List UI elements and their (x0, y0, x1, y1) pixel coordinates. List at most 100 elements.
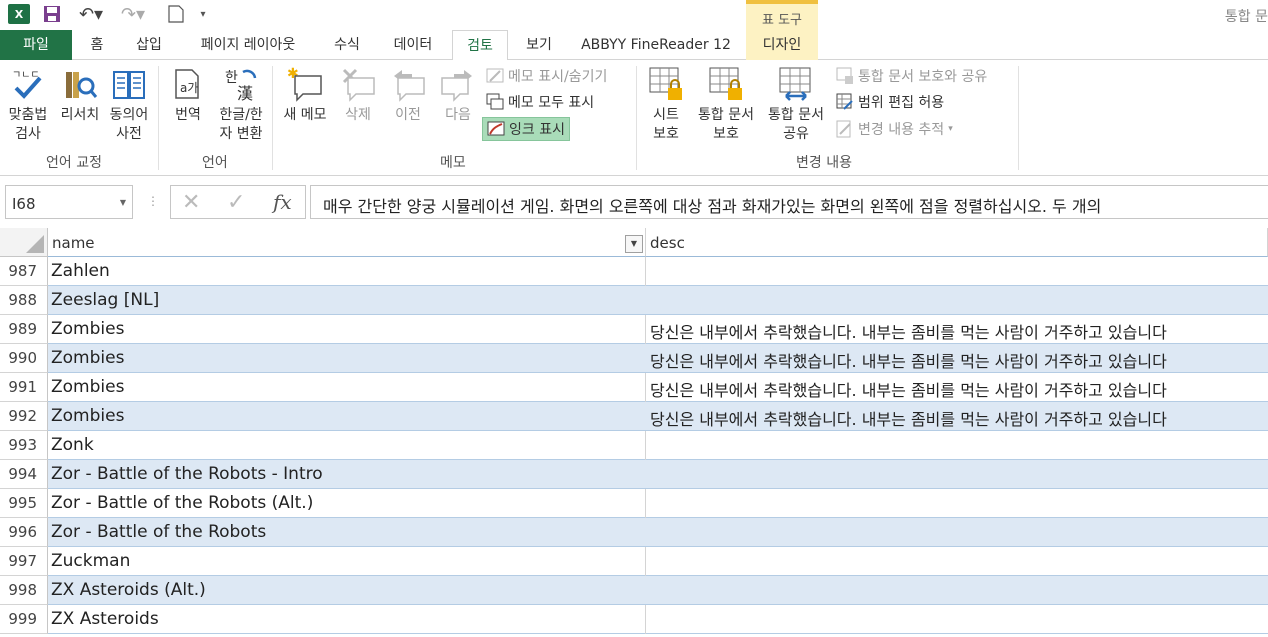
tab-design[interactable]: 디자인 (746, 30, 818, 60)
delete-comment-button[interactable]: 삭제 (334, 66, 382, 125)
formula-input[interactable]: 매우 간단한 양궁 시뮬레이션 게임. 화면의 오른쪽에 대상 점과 화재가있는… (310, 185, 1268, 219)
comments-group-label: 메모 (440, 155, 466, 171)
chevron-down-icon[interactable]: ▼ (120, 198, 126, 207)
cell-name[interactable]: Zor - Battle of the Robots (Alt.) (48, 489, 316, 518)
show-hide-comment-label: 메모 표시/숨기기 (508, 69, 608, 85)
tab-insert[interactable]: 삽입 (124, 30, 174, 60)
row-number[interactable]: 992 (0, 402, 48, 431)
select-all-corner[interactable] (0, 228, 48, 257)
protect-sheet-button[interactable]: 시트 보호 (642, 66, 690, 144)
new-document-icon[interactable] (166, 4, 186, 24)
window-title: 통합 문 (1224, 9, 1268, 25)
row-number[interactable]: 998 (0, 576, 48, 605)
cell-name[interactable]: Zor - Battle of the Robots - Intro (48, 460, 326, 489)
cell-name[interactable]: Zahlen (48, 257, 113, 286)
cell-name[interactable]: Zonk (48, 431, 97, 460)
tab-home[interactable]: 홈 (78, 30, 116, 60)
cell-desc[interactable]: 당신은 내부에서 추락했습니다. 내부는 좀비를 먹는 사람이 거주하고 있습니… (646, 344, 1268, 373)
lock-share-icon (836, 67, 853, 84)
resize-handle-icon[interactable]: ⋮ (147, 194, 159, 208)
cancel-icon[interactable]: ✕ (182, 190, 200, 215)
cell-desc[interactable]: 당신은 내부에서 추락했습니다. 내부는 좀비를 먹는 사람이 거주하고 있습니… (646, 373, 1268, 402)
cell-desc[interactable] (646, 489, 1268, 518)
hanja-convert-button[interactable]: 한漢 한글/한 자 변환 (214, 66, 268, 144)
show-hide-comment-button[interactable]: 메모 표시/숨기기 (486, 64, 607, 88)
tab-page-layout[interactable]: 페이지 레이아웃 (182, 30, 314, 60)
next-comment-button[interactable]: 다음 (434, 66, 482, 125)
column-header-desc[interactable]: desc (646, 228, 1268, 257)
cell-name[interactable]: Zombies (48, 402, 127, 431)
table-row: 990 Zombies 당신은 내부에서 추락했습니다. 내부는 좀비를 먹는 사람… (0, 344, 1268, 373)
chevron-down-icon: ▾ (948, 124, 953, 134)
cell-desc[interactable] (646, 605, 1268, 634)
cell-name[interactable]: ZX Asteroids (Alt.) (48, 576, 209, 605)
customize-quick-access-icon[interactable]: ▾ (196, 4, 210, 24)
tab-review[interactable]: 검토 (452, 30, 508, 61)
show-all-comments-button[interactable]: 메모 모두 표시 (486, 90, 594, 114)
tab-file[interactable]: 파일 (0, 30, 72, 60)
thesaurus-icon (113, 71, 145, 99)
cell-name[interactable]: Zombies (48, 344, 127, 373)
tab-view[interactable]: 보기 (514, 30, 564, 60)
previous-comment-button[interactable]: 이전 (384, 66, 432, 125)
protect-workbook-button[interactable]: 통합 문서 보호 (692, 66, 760, 144)
thesaurus-button[interactable]: 동의어 사전 (106, 66, 152, 144)
column-header-name[interactable]: name ▼ (48, 228, 646, 257)
cell-desc[interactable] (646, 431, 1268, 460)
undo-icon[interactable]: ↶▾ (76, 4, 106, 25)
cell-name[interactable]: Zombies (48, 373, 127, 402)
ribbon: ㄱㄴㄷ 맞춤법 검사 리서치 동의어 사전 언어 교정 a가 번역 한漢 한글/… (0, 60, 1268, 176)
row-number[interactable]: 996 (0, 518, 48, 547)
cell-desc[interactable] (646, 547, 1268, 576)
cell-desc[interactable] (646, 286, 1268, 315)
group-divider (272, 66, 273, 170)
cell-name[interactable]: ZX Asteroids (48, 605, 162, 634)
share-workbook-button[interactable]: 통합 문서 공유 (762, 66, 830, 144)
cell-desc[interactable] (646, 576, 1268, 605)
name-box-value: I68 (12, 195, 36, 213)
protect-and-share-button[interactable]: 통합 문서 보호와 공유 (836, 64, 987, 88)
cell-name[interactable]: Zeeslag [NL] (48, 286, 162, 315)
insert-function-icon[interactable]: fx (273, 190, 292, 214)
cell-desc[interactable] (646, 460, 1268, 489)
table-row: 997 Zuckman (0, 547, 1268, 576)
row-number[interactable]: 997 (0, 547, 48, 576)
save-icon[interactable] (42, 4, 62, 24)
row-number[interactable]: 999 (0, 605, 48, 634)
cell-desc[interactable] (646, 518, 1268, 547)
row-number[interactable]: 991 (0, 373, 48, 402)
sheet-lock-icon (649, 67, 682, 100)
excel-icon[interactable]: X (8, 4, 30, 24)
cell-desc[interactable] (646, 257, 1268, 286)
row-number[interactable]: 989 (0, 315, 48, 344)
allow-edit-ranges-button[interactable]: 범위 편집 허용 (836, 90, 944, 114)
row-number[interactable]: 993 (0, 431, 48, 460)
filter-dropdown-icon[interactable]: ▼ (625, 235, 643, 253)
spelling-button[interactable]: ㄱㄴㄷ 맞춤법 검사 (4, 66, 52, 144)
research-button[interactable]: 리서치 (56, 66, 104, 125)
name-box[interactable]: I68 ▼ (5, 185, 133, 219)
show-ink-button[interactable]: 잉크 표시 (482, 117, 570, 141)
redo-icon[interactable]: ↷▾ (118, 4, 148, 25)
translate-button[interactable]: a가 번역 (166, 66, 210, 125)
row-number[interactable]: 990 (0, 344, 48, 373)
tab-abbyy[interactable]: ABBYY FineReader 12 (572, 30, 740, 60)
cell-desc[interactable]: 당신은 내부에서 추락했습니다. 내부는 좀비를 먹는 사람이 거주하고 있습니… (646, 315, 1268, 344)
row-number[interactable]: 995 (0, 489, 48, 518)
table-row: 999 ZX Asteroids (0, 605, 1268, 634)
proofing-group-label: 언어 교정 (46, 155, 102, 171)
tab-formulas[interactable]: 수식 (322, 30, 372, 60)
row-number[interactable]: 994 (0, 460, 48, 489)
row-number[interactable]: 988 (0, 286, 48, 315)
table-row: 993 Zonk (0, 431, 1268, 460)
row-number[interactable]: 987 (0, 257, 48, 286)
cell-name[interactable]: Zombies (48, 315, 127, 344)
cell-name[interactable]: Zor - Battle of the Robots (48, 518, 269, 547)
tab-data[interactable]: 데이터 (380, 30, 446, 60)
enter-icon[interactable]: ✓ (227, 190, 245, 215)
column-header-label: name (52, 234, 95, 252)
cell-desc[interactable]: 당신은 내부에서 추락했습니다. 내부는 좀비를 먹는 사람이 거주하고 있습니… (646, 402, 1268, 431)
track-changes-button[interactable]: 변경 내용 추적 ▾ (836, 117, 953, 141)
cell-name[interactable]: Zuckman (48, 547, 133, 576)
new-comment-button[interactable]: ✱ 새 메모 (278, 66, 332, 125)
